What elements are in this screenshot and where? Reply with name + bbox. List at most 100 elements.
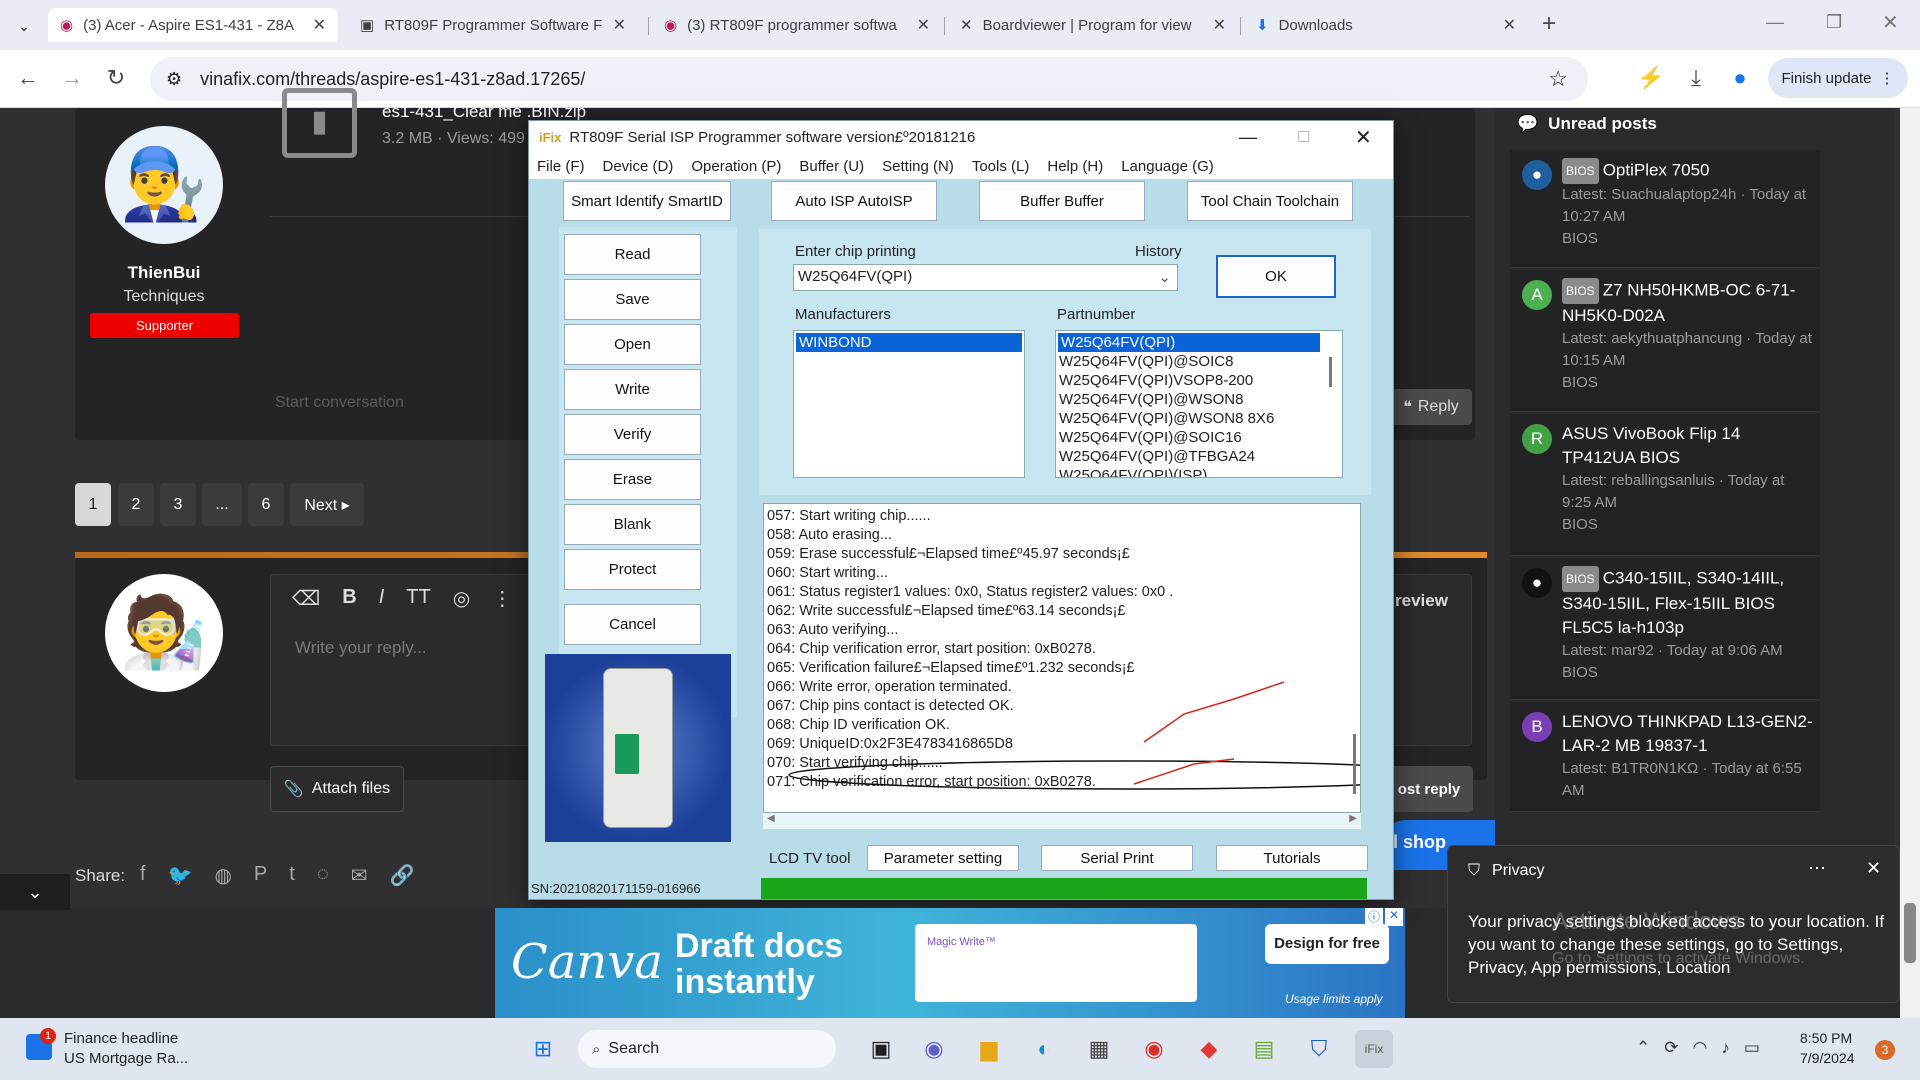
link-icon[interactable]: 🔗 [389,863,414,888]
collapse-chevron-icon[interactable]: ⌄ [0,874,70,910]
reply-button[interactable]: ❝ Reply [1390,389,1472,425]
post-reply-button[interactable]: ost reply [1385,766,1473,812]
start-button[interactable]: ⊞ [524,1030,562,1068]
close-icon[interactable]: ✕ [613,15,626,35]
bookmark-star-icon[interactable]: ☆ [1548,66,1568,92]
ad-info-icon[interactable]: ⓘ [1365,908,1383,926]
toolchain-button[interactable]: Tool Chain Toolchain [1187,181,1353,221]
auto-isp-button[interactable]: Auto ISP AutoISP [771,181,937,221]
finish-update-button[interactable]: Finish update ⋮ [1768,58,1908,98]
username[interactable]: ThienBui [75,263,253,283]
scrollbar[interactable] [1900,108,1920,1018]
open-button[interactable]: Open [564,324,701,365]
more-icon[interactable]: ⋮ [492,586,512,611]
tab-rt809f-forum[interactable]: ◉ (3) RT809F programmer softwa ✕ [652,8,942,42]
tab-acer[interactable]: ◉ (3) Acer - Aspire ES1-431 - Z8A ✕ [48,8,338,42]
tab-search-button[interactable]: ⌄ [10,12,38,40]
notification-badge[interactable]: 3 [1875,1040,1895,1060]
read-button[interactable]: Read [564,234,701,275]
close-icon[interactable]: ✕ [313,15,326,35]
erase-button[interactable]: Erase [564,459,701,500]
buffer-button[interactable]: Buffer Buffer [979,181,1145,221]
menu-device[interactable]: Device (D) [603,158,674,175]
anydesk-icon[interactable]: ◆ [1190,1030,1228,1068]
volume-icon[interactable]: ♪ [1721,1038,1730,1058]
chevron-up-icon[interactable]: ⌃ [1636,1038,1650,1058]
extension-icon[interactable]: ⚡ [1635,62,1667,94]
reddit-icon[interactable]: ◍ [214,863,231,888]
log-output[interactable]: 057: Start writing chip...... 058: Auto … [763,503,1361,813]
close-button[interactable]: ✕ [1355,125,1372,150]
list-item[interactable]: B LENOVO THINKPAD L13-GEN2-LAR-2 MB 1983… [1510,702,1820,812]
boardviewer-app-icon[interactable]: ▤ [1245,1030,1283,1068]
close-icon[interactable]: ✕ [1213,15,1226,35]
attachment-name[interactable]: es1-431_Clear me .BIN.zip [382,102,586,122]
attach-files-button[interactable]: 📎 Attach files [270,766,404,812]
design-for-free-button[interactable]: Design for free [1265,924,1389,964]
pinterest-icon[interactable]: P [254,863,267,888]
minimize-button[interactable]: — [1766,12,1784,33]
smart-identify-button[interactable]: Smart Identify SmartID [563,181,731,221]
eraser-icon[interactable]: ⌫ [292,586,320,611]
reload-button[interactable]: ↻ [100,62,132,94]
chrome-icon[interactable]: ◉ [1135,1030,1173,1068]
tumblr-icon[interactable]: t [289,863,295,888]
log-hscrollbar[interactable]: ◀ ▶ [763,813,1361,829]
write-button[interactable]: Write [564,369,701,410]
clock-date[interactable]: 7/9/2024 [1800,1050,1855,1066]
privacy-notification[interactable]: ⛉ Privacy ⋯ ✕ Your privacy settings block… [1447,845,1900,1003]
menu-setting[interactable]: Setting (N) [882,158,954,175]
chat-app-icon[interactable]: ◉ [915,1030,953,1068]
list-item[interactable]: R ASUS VivoBook Flip 14 TP412UA BIOS Lat… [1510,414,1820,556]
menu-help[interactable]: Help (H) [1047,158,1103,175]
twitter-icon[interactable]: 🐦 [168,863,193,888]
protect-button[interactable]: Protect [564,549,701,590]
preview-button[interactable]: review [1395,591,1448,611]
tutorials-button[interactable]: Tutorials [1216,845,1368,871]
address-bar[interactable]: ⚙ vinafix.com/threads/aspire-es1-431-z8a… [150,57,1588,101]
scrollbar[interactable] [1353,734,1356,794]
ok-button[interactable]: OK [1216,255,1336,298]
back-button[interactable]: ← [12,62,44,94]
close-icon[interactable]: ✕ [1503,15,1516,35]
text-size-icon[interactable]: TT [406,586,430,611]
list-item[interactable]: W25Q64FV(QPI) [1058,333,1320,352]
menu-file[interactable]: File (F) [537,158,585,175]
page-3-button[interactable]: 3 [160,483,196,526]
whatsapp-icon[interactable]: ◌ [317,863,329,888]
parameter-setting-button[interactable]: Parameter setting [867,845,1019,871]
email-icon[interactable]: ✉ [351,863,368,888]
new-tab-button[interactable]: + [1542,10,1556,38]
list-item[interactable]: W25Q64FV(QPI)(ISP) [1056,466,1342,477]
serial-print-button[interactable]: Serial Print [1041,845,1193,871]
wifi-icon[interactable]: ◠ [1693,1038,1708,1058]
downloads-icon[interactable]: ⤓ [1680,62,1712,94]
chip-select[interactable]: W25Q64FV(QPI) ⌄ [793,264,1178,291]
list-item[interactable]: W25Q64FV(QPI)@SOIC16 [1056,428,1342,447]
list-item[interactable]: W25Q64FV(QPI)@SOIC8 [1056,352,1342,371]
task-view-icon[interactable]: ▣ [862,1030,900,1068]
tab-boardviewer[interactable]: ✕ Boardviewer | Program for view ✕ [948,8,1238,42]
close-icon[interactable]: ✕ [1866,858,1881,879]
rt809f-app-icon[interactable]: iFix [1355,1030,1393,1068]
menu-buffer[interactable]: Buffer (U) [799,158,864,175]
tab-downloads[interactable]: ⬇ Downloads ✕ [1244,8,1528,42]
bold-icon[interactable]: B [342,586,356,611]
battery-icon[interactable]: ▭ [1744,1038,1760,1058]
cancel-button[interactable]: Cancel [564,604,701,645]
clock-time[interactable]: 8:50 PM [1800,1030,1852,1046]
file-explorer-icon[interactable]: ▆ [970,1030,1008,1068]
page-6-button[interactable]: 6 [248,483,284,526]
list-item[interactable]: ● BIOS C340-15IIL, S340-14IIL, S340-15IIL… [1510,558,1820,700]
facebook-icon[interactable]: f [140,863,146,888]
list-item[interactable]: W25Q64FV(QPI)@WSON8 8X6 [1056,409,1342,428]
list-item[interactable]: WINBOND [796,333,1022,352]
partnumber-list[interactable]: W25Q64FV(QPI) W25Q64FV(QPI)@SOIC8 W25Q64… [1055,330,1343,478]
edge-icon[interactable]: ◐ [1025,1030,1063,1068]
menu-tools[interactable]: Tools (L) [972,158,1030,175]
close-window-button[interactable]: ✕ [1882,10,1899,35]
list-item[interactable]: W25Q64FV(QPI)VSOP8-200 [1056,371,1342,390]
menu-operation[interactable]: Operation (P) [691,158,781,175]
manufacturers-list[interactable]: WINBOND [793,330,1025,478]
profile-icon[interactable]: ● [1724,62,1756,94]
